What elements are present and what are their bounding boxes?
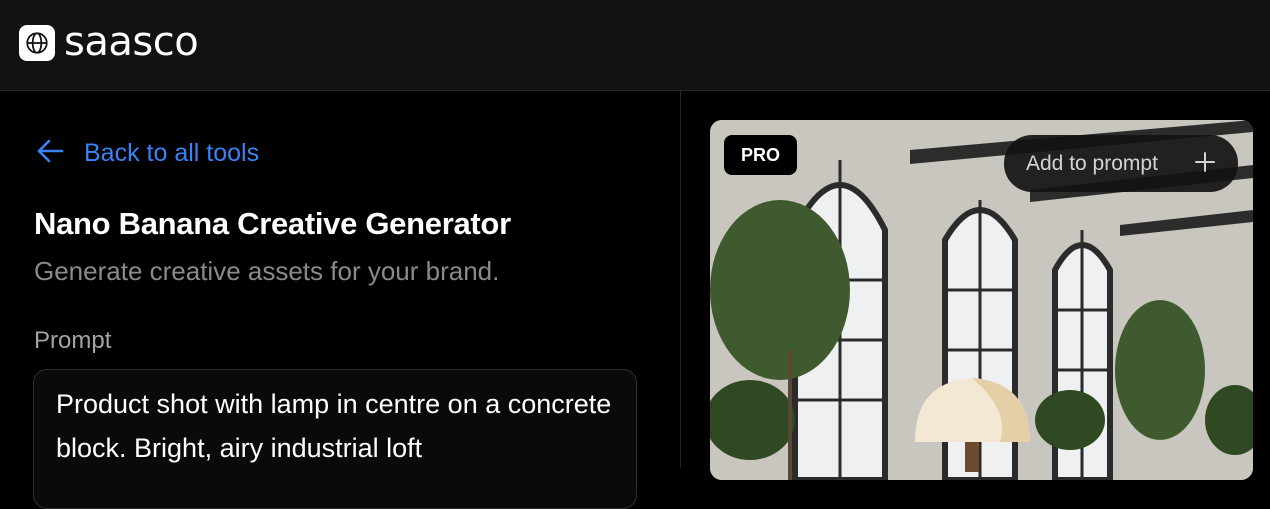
arrow-left-icon <box>36 138 64 169</box>
prompt-input[interactable]: Product shot with lamp in centre on a co… <box>33 369 637 509</box>
brand-name[interactable]: saasco <box>64 18 199 66</box>
page-title: Nano Banana Creative Generator <box>34 206 511 241</box>
plus-icon <box>1194 151 1216 178</box>
globe-icon[interactable] <box>19 25 55 61</box>
tool-panel: Back to all tools Nano Banana Creative G… <box>0 91 680 509</box>
add-to-prompt-button[interactable]: Add to prompt <box>1004 135 1238 192</box>
back-link[interactable]: Back to all tools <box>36 138 259 168</box>
back-link-label: Back to all tools <box>84 139 260 167</box>
preview-image: PRO Add to prompt <box>710 120 1253 480</box>
add-to-prompt-label: Add to prompt <box>1026 151 1158 175</box>
top-bar: saasco <box>0 0 1270 91</box>
prompt-label: Prompt <box>34 327 112 354</box>
panel-divider <box>680 91 681 468</box>
page-subtitle: Generate creative assets for your brand. <box>34 256 500 286</box>
pro-badge: PRO <box>724 135 797 175</box>
